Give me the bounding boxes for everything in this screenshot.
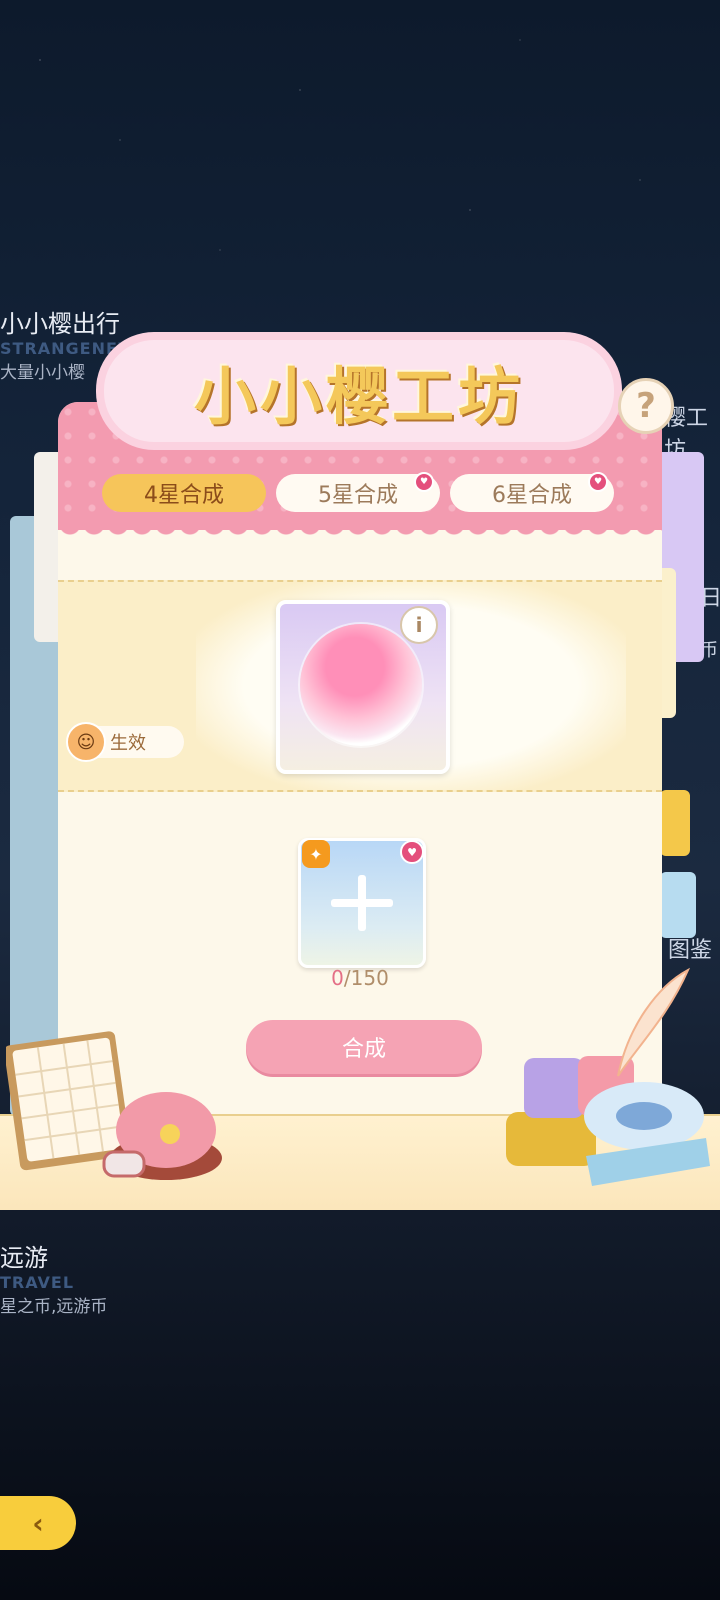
- effect-badge[interactable]: ☺ 生效: [66, 722, 184, 762]
- pincushion-decoration: [102, 1092, 222, 1180]
- material-required: /150: [343, 966, 389, 990]
- bg-menu-item-travel[interactable]: 远游 TRAVEL 星之币,远游币: [0, 1238, 107, 1317]
- back-arrow-icon[interactable]: ‹: [0, 1496, 76, 1550]
- material-current: 0: [331, 966, 344, 990]
- bg-item-title: 远游: [0, 1244, 48, 1272]
- tab-5star[interactable]: 5星合成 ♥: [276, 472, 440, 512]
- bg-item-desc: 星之币,远游币: [0, 1297, 108, 1317]
- feather-decoration: [617, 967, 691, 1077]
- tab-label: 5星合成: [318, 483, 398, 508]
- bg-item-title: 小小樱出行: [0, 310, 120, 338]
- header-scallop: [58, 524, 662, 540]
- heart-icon: ♥: [414, 472, 434, 492]
- side-tab-blue: [660, 872, 696, 938]
- heart-icon: ♥: [400, 840, 424, 864]
- side-tab-yellow: [660, 790, 690, 856]
- tab-6star[interactable]: 6星合成 ♥: [450, 472, 614, 512]
- material-count: 0/150: [310, 966, 410, 990]
- question-icon[interactable]: ?: [618, 378, 674, 434]
- heart-icon: ♥: [588, 472, 608, 492]
- info-icon[interactable]: i: [400, 606, 438, 644]
- bg-item-subtitle: TRAVEL: [0, 1273, 75, 1292]
- puzzle-icon: ✦: [302, 840, 330, 868]
- plus-icon: [331, 875, 393, 931]
- combine-button[interactable]: 合成: [246, 1020, 482, 1074]
- avatar: ☺: [66, 722, 106, 762]
- page-title: 小小樱工坊: [193, 360, 524, 433]
- title-banner: 小小樱工坊: [104, 340, 614, 442]
- tab-4star[interactable]: 4星合成: [102, 474, 266, 512]
- tab-label: 4星合成: [144, 483, 224, 508]
- pink-orb-item: [300, 624, 422, 746]
- tab-label: 6星合成: [492, 483, 572, 508]
- effect-label: 生效: [110, 733, 146, 754]
